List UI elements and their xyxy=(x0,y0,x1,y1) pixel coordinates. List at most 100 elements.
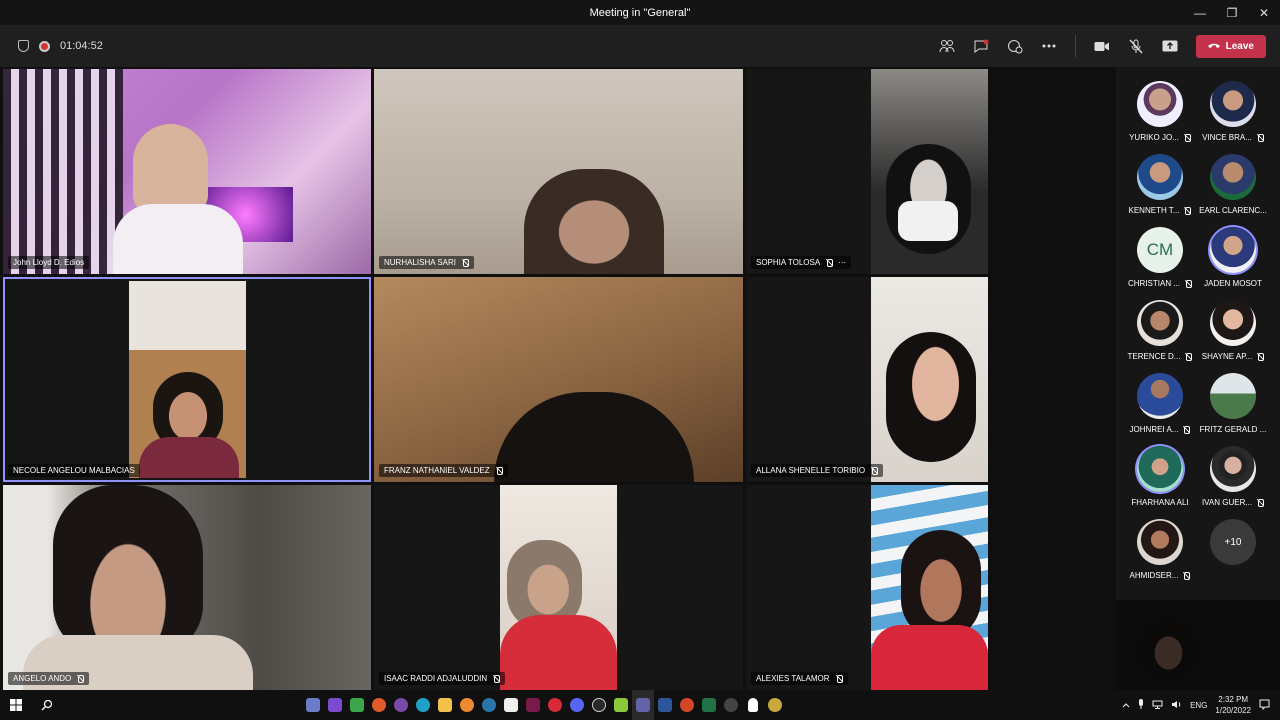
teams-app[interactable] xyxy=(632,690,654,720)
file-explorer[interactable] xyxy=(434,690,456,720)
avatar xyxy=(1137,446,1183,492)
taskbar-clock[interactable]: 2:32 PM 1/20/2022 xyxy=(1215,694,1251,716)
shield-icon xyxy=(18,40,29,52)
more-options-icon[interactable]: ··· xyxy=(838,258,846,267)
participant-tile[interactable]: ALEXIES TALAMOR xyxy=(746,485,988,690)
more-participants-count[interactable]: +10 xyxy=(1210,519,1256,565)
roster-overflow[interactable]: +10 xyxy=(1196,519,1270,565)
roster-item[interactable]: AHMIDSER... xyxy=(1123,519,1197,580)
roster-item[interactable]: JOHNREI A... xyxy=(1123,373,1197,434)
network-icon[interactable] xyxy=(1152,700,1163,711)
participant-tile[interactable]: NECOLE ANGELOU MALBACIAS xyxy=(3,277,371,482)
app-purple-icon xyxy=(328,698,342,712)
participant-label: ALLANA SHENELLE TORIBIO xyxy=(751,464,884,477)
avatar xyxy=(1137,300,1183,346)
participant-name: SOPHIA TOLOSA xyxy=(756,258,821,267)
participant-name: ISAAC RADDI ADJALUDDIN xyxy=(384,674,488,683)
participant-tile[interactable]: SOPHIA TOLOSA ··· xyxy=(746,69,988,274)
self-view[interactable] xyxy=(1116,600,1280,690)
start-button[interactable] xyxy=(0,690,32,720)
roster-item[interactable]: VINCE BRA... xyxy=(1196,81,1270,142)
muted-icon xyxy=(461,258,470,267)
participant-label: ALEXIES TALAMOR xyxy=(751,672,848,685)
camera-icon[interactable] xyxy=(1094,38,1110,54)
video-feed-person xyxy=(901,530,981,640)
teams-icon xyxy=(636,698,650,712)
more-actions-icon[interactable] xyxy=(1041,38,1057,54)
roster-name: YURIKO JO... xyxy=(1129,133,1179,142)
excel-app[interactable] xyxy=(698,690,720,720)
language-indicator[interactable]: ENG xyxy=(1190,701,1207,710)
powerpoint-app[interactable] xyxy=(676,690,698,720)
microphone-icon[interactable] xyxy=(1138,699,1144,711)
roster-item[interactable]: JADEN MOSOT xyxy=(1196,227,1270,288)
mic-off-icon[interactable] xyxy=(1128,38,1144,54)
muted-icon xyxy=(1183,133,1191,142)
participant-label: SOPHIA TOLOSA ··· xyxy=(751,256,852,269)
roster-item[interactable]: SHAYNE AP... xyxy=(1196,300,1270,361)
participant-roster: YURIKO JO... VINCE BRA... KENNETH T... E… xyxy=(1116,67,1280,600)
task-view-app[interactable] xyxy=(302,690,324,720)
word-app[interactable] xyxy=(654,690,676,720)
reactions-icon[interactable] xyxy=(1007,38,1023,54)
avatar xyxy=(1210,300,1256,346)
tor-browser[interactable] xyxy=(390,690,412,720)
participants-icon[interactable] xyxy=(939,38,955,54)
roster-item[interactable]: FHARHANA ALI xyxy=(1123,446,1197,507)
hangup-icon xyxy=(1207,43,1220,48)
search-button[interactable] xyxy=(32,690,62,720)
clock-date: 1/20/2022 xyxy=(1215,706,1251,715)
roster-item[interactable]: EARL CLARENC... xyxy=(1196,154,1270,215)
participant-tile[interactable]: NURHALISHA SARI xyxy=(374,69,743,274)
app-magenta[interactable] xyxy=(522,690,544,720)
obs-app[interactable] xyxy=(588,690,610,720)
volume-icon[interactable] xyxy=(1171,700,1182,711)
participant-label: NECOLE ANGELOU MALBACIAS xyxy=(8,464,140,477)
participant-tile[interactable]: ISAAC RADDI ADJALUDDIN xyxy=(374,485,743,690)
chat-icon[interactable] xyxy=(973,38,989,54)
close-button[interactable]: ✕ xyxy=(1248,0,1280,25)
app-orange[interactable] xyxy=(368,690,390,720)
app-red[interactable] xyxy=(544,690,566,720)
roster-item[interactable]: FRITZ GERALD ... xyxy=(1196,373,1270,434)
muted-icon xyxy=(1182,425,1191,434)
minimize-button[interactable]: — xyxy=(1184,0,1216,25)
steam-app[interactable] xyxy=(478,690,500,720)
roster-item[interactable]: CM CHRISTIAN ... xyxy=(1123,227,1197,288)
toolbar-divider xyxy=(1074,35,1076,57)
participant-tile[interactable]: ANGELO ANDO xyxy=(3,485,371,690)
share-screen-icon[interactable] xyxy=(1162,38,1178,54)
video-feed-mask xyxy=(898,201,958,241)
chevron-up-icon[interactable] xyxy=(1122,701,1130,710)
muted-icon xyxy=(1182,571,1191,580)
app-round-orange[interactable] xyxy=(456,690,478,720)
notification-icon[interactable] xyxy=(1259,699,1270,712)
participant-tile[interactable]: John Lloyd D. Edios xyxy=(3,69,371,274)
participant-tile[interactable]: ALLANA SHENELLE TORIBIO xyxy=(746,277,988,482)
participant-tile[interactable]: FRANZ NATHANIEL VALDEZ xyxy=(374,277,743,482)
avatar-initials: CM xyxy=(1137,227,1183,273)
app-gauge[interactable] xyxy=(720,690,742,720)
roster-item[interactable]: YURIKO JO... xyxy=(1123,81,1197,142)
participant-name: ANGELO ANDO xyxy=(13,674,72,683)
edge-browser[interactable] xyxy=(412,690,434,720)
search-icon xyxy=(41,699,53,711)
leave-button[interactable]: Leave xyxy=(1195,34,1266,58)
roster-item[interactable]: IVAN GUER... xyxy=(1196,446,1270,507)
title-bar: Meeting in "General" — ❐ ✕ xyxy=(0,0,1280,25)
app-yellow[interactable] xyxy=(764,690,786,720)
muted-icon xyxy=(1256,133,1264,142)
app-black-white[interactable] xyxy=(500,690,522,720)
app-purple[interactable] xyxy=(324,690,346,720)
participant-label: John Lloyd D. Edios xyxy=(8,256,90,269)
roster-item[interactable]: KENNETH T... xyxy=(1123,154,1197,215)
discord-app[interactable] xyxy=(566,690,588,720)
app-green[interactable] xyxy=(346,690,368,720)
window-title: Meeting in "General" xyxy=(589,6,691,19)
app-lime[interactable] xyxy=(610,690,632,720)
roster-item[interactable]: TERENCE D... xyxy=(1123,300,1197,361)
video-feed-shirt xyxy=(500,615,617,690)
self-view-feed xyxy=(1141,620,1196,680)
maximize-button[interactable]: ❐ xyxy=(1216,0,1248,25)
video-stage: John Lloyd D. Edios NURHALISHA SARI SOPH… xyxy=(0,67,1112,690)
